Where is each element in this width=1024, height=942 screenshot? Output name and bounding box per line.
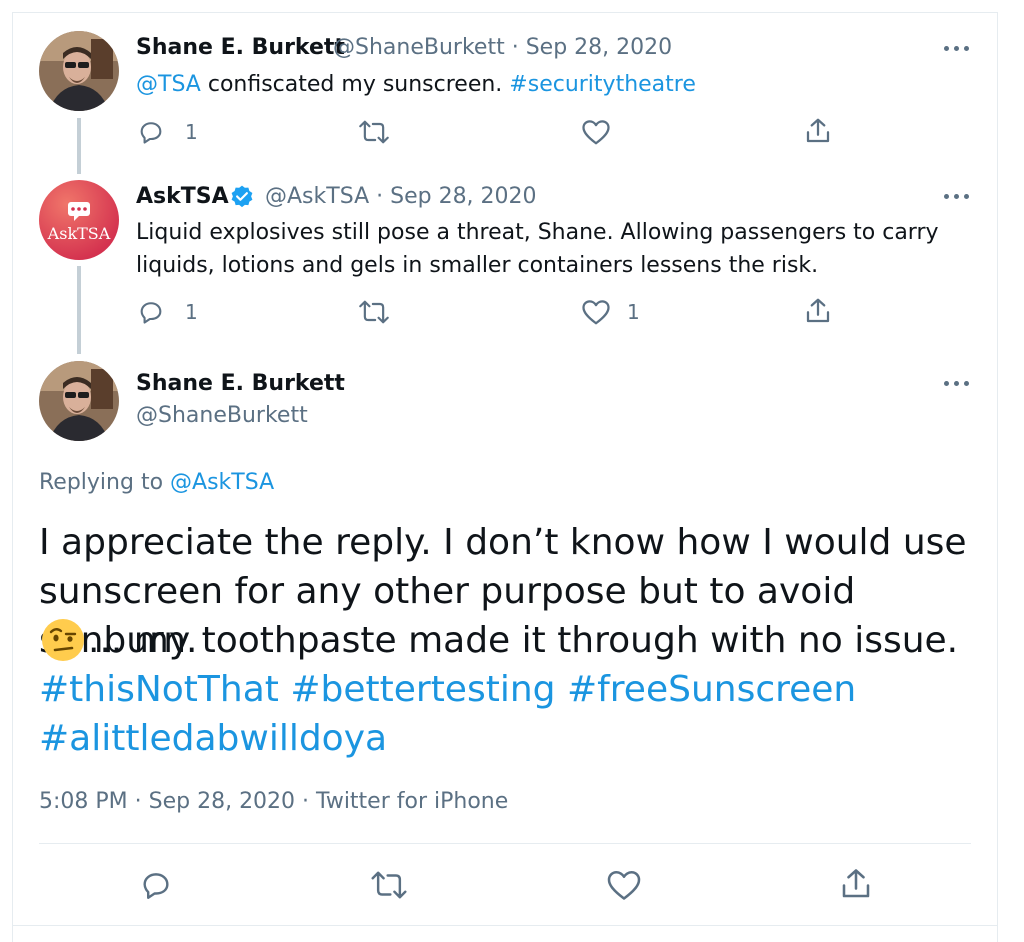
thread-line-1 (77, 118, 81, 174)
main-share-button[interactable] (838, 866, 874, 902)
verified-badge-icon (231, 185, 253, 208)
tweet2-like-count: 1 (627, 300, 640, 324)
like-icon (582, 120, 610, 145)
replying-to-link[interactable]: @AskTSA (170, 470, 274, 495)
reply-icon (140, 302, 162, 324)
tweet2-like-button[interactable]: 1 (581, 298, 640, 326)
avatar-asktsa[interactable]: AskTSA (39, 180, 119, 260)
raised-eyebrow-emoji (42, 619, 84, 661)
tweet2-reply-button[interactable]: 1 (137, 298, 198, 326)
like-icon (582, 300, 610, 325)
tweet2-date[interactable]: Sep 28, 2020 (390, 184, 536, 209)
main-text-line1: I appreciate the reply. I don’t know how… (39, 522, 967, 563)
tweet1-hashtag-link[interactable]: #securitytheatre (509, 72, 696, 97)
actions-divider (39, 843, 971, 844)
tweet2-handle[interactable]: @AskTSA (265, 184, 369, 209)
asktsa-avatar-text: AskTSA (47, 224, 111, 243)
share-icon (806, 298, 830, 323)
main-hashtags-line2[interactable]: #alittledabwilldoya (39, 714, 387, 763)
main-timestamp[interactable]: 5:08 PM · Sep 28, 2020 · Twitter for iPh… (39, 789, 508, 814)
avatar-photo (39, 31, 119, 111)
asktsa-chat-icon (68, 202, 90, 221)
tweet2-text-line2: liquids, lotions and gels in smaller con… (136, 253, 819, 278)
retweet-icon (371, 871, 407, 899)
retweet-icon (359, 120, 389, 144)
tweet1-share-button[interactable] (803, 116, 833, 146)
main-author-name[interactable]: Shane E. Burkett (136, 371, 345, 396)
tweet2-more-icon[interactable] (944, 192, 972, 200)
tweet2-handle-date: @AskTSA · Sep 28, 2020 (265, 184, 537, 209)
thread-line-2 (77, 266, 81, 354)
tweet2-text-line1: Liquid explosives still pose a threat, S… (136, 220, 939, 245)
tweet1-retweet-button[interactable] (358, 118, 390, 146)
avatar-photo (39, 361, 119, 441)
tweet1-reply-button[interactable]: 1 (137, 118, 198, 146)
main-text-line3: ... my toothpaste made it through with n… (88, 620, 959, 661)
tweet2-reply-count: 1 (185, 300, 198, 324)
main-retweet-button[interactable] (370, 868, 408, 902)
tweet1-like-button[interactable] (581, 118, 611, 146)
main-author-handle[interactable]: @ShaneBurkett (136, 403, 308, 428)
tweet1-more-icon[interactable] (944, 44, 972, 52)
replying-to-label: Replying to (39, 470, 171, 495)
tweet1-handle-date: @ShaneBurkett · Sep 28, 2020 (333, 35, 673, 60)
tweet1-mention-link[interactable]: @TSA (136, 72, 201, 97)
tweet1-author-name[interactable]: Shane E. Burkett (136, 35, 345, 60)
share-icon (806, 118, 830, 143)
avatar-shane-2[interactable] (39, 361, 119, 441)
replying-to-line: Replying to @AskTSA (39, 470, 274, 495)
tweet1-handle[interactable]: @ShaneBurkett (333, 35, 505, 60)
tweet2-author-name[interactable]: AskTSA (136, 184, 229, 209)
share-icon (842, 869, 870, 898)
tweet2-share-button[interactable] (803, 296, 833, 326)
tweet1-date[interactable]: Sep 28, 2020 (526, 35, 672, 60)
main-reply-button[interactable] (139, 868, 173, 902)
main-like-button[interactable] (606, 868, 642, 902)
tweet1-text: @TSA confiscated my sunscreen. #security… (136, 68, 696, 101)
main-more-icon[interactable] (944, 379, 972, 387)
tweet1-text-body: confiscated my sunscreen. (200, 72, 510, 97)
reply-icon (140, 122, 162, 144)
main-hashtags-line1[interactable]: #thisNotThat #bettertesting #freeSunscre… (39, 665, 856, 714)
retweet-icon (359, 300, 389, 324)
tweet1-reply-count: 1 (185, 120, 198, 144)
avatar-shane-1[interactable] (39, 31, 119, 111)
bottom-divider (12, 925, 998, 926)
tweet2-retweet-button[interactable] (358, 298, 390, 326)
reply-icon (143, 873, 169, 899)
like-icon (607, 870, 641, 900)
